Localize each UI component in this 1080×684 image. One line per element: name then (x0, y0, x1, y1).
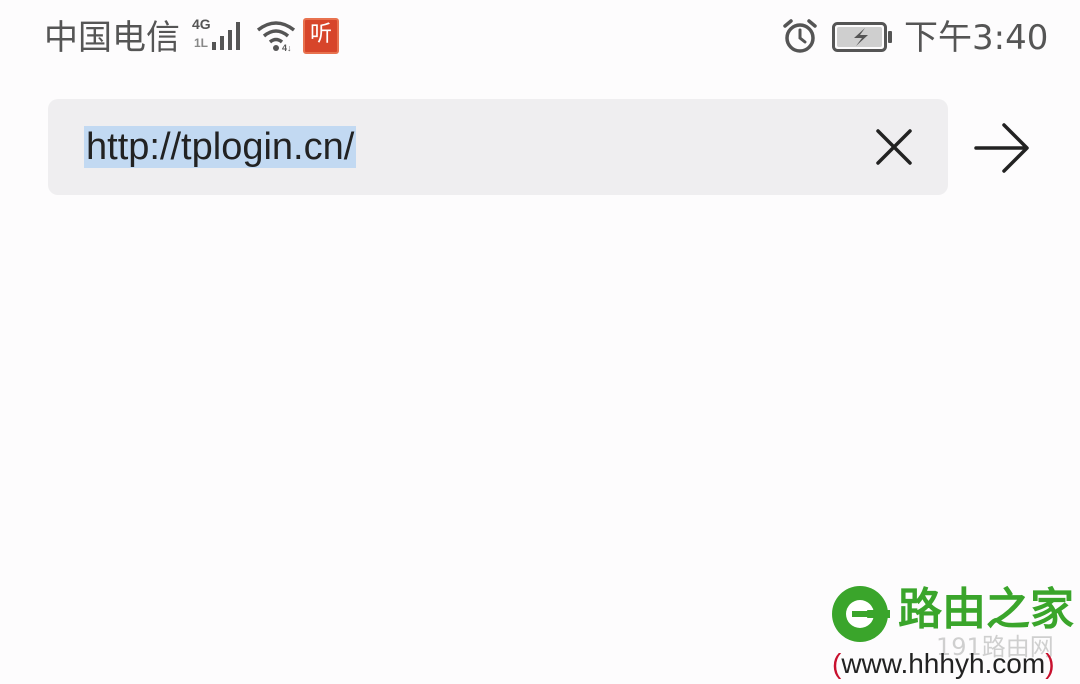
svg-text:4↓: 4↓ (282, 43, 292, 52)
watermark-url-text: www.hhhyh.com (841, 648, 1046, 679)
watermark-paren-open: ( (832, 648, 842, 679)
signal-bars-icon (212, 22, 240, 50)
browser-screen: 中国电信 4G 1L 4↓ 听 下午3:40 http://tplogin.cn… (0, 0, 1080, 684)
watermark: 路由之家 191路由网 (www.hhhyh.com) (826, 582, 1080, 684)
network-type: 4G (192, 16, 211, 32)
url-text-selected[interactable]: http://tplogin.cn/ (84, 126, 357, 168)
status-bar: 中国电信 4G 1L 4↓ 听 下午3:40 (0, 0, 1080, 76)
carrier-name: 中国电信 (44, 18, 180, 58)
status-time: 下午3:40 (904, 18, 1049, 58)
url-input[interactable]: http://tplogin.cn/ (84, 121, 357, 173)
battery-charging-icon (832, 22, 892, 52)
alarm-clock-icon (783, 19, 817, 53)
app-notification-icon: 听 (303, 18, 339, 54)
network-subtype: 1L (194, 36, 209, 50)
arrow-right-icon[interactable] (970, 118, 1032, 178)
watermark-url: (www.hhhyh.com) (832, 644, 1055, 684)
watermark-logo-icon (832, 586, 890, 642)
watermark-name: 路由之家 (898, 584, 1074, 635)
watermark-paren-close: ) (1045, 648, 1055, 679)
wifi-icon: 4↓ (256, 21, 296, 52)
url-bar[interactable]: http://tplogin.cn/ (48, 99, 948, 195)
close-icon[interactable] (868, 121, 920, 173)
